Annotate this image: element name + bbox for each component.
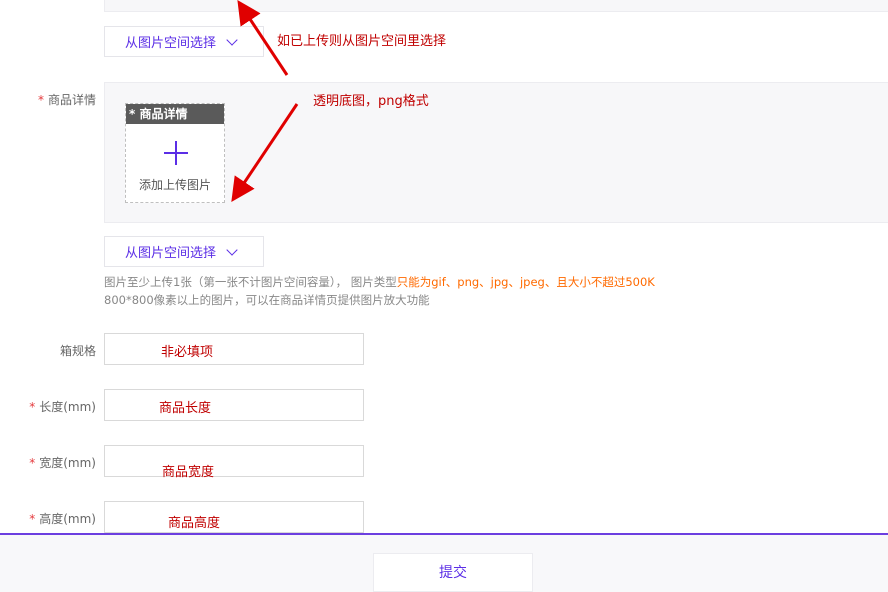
submit-button[interactable]: 提交	[373, 553, 533, 592]
arrow-to-top	[237, 0, 289, 76]
annotation-arrows	[231, 0, 299, 202]
arrow-to-upload	[231, 103, 299, 202]
